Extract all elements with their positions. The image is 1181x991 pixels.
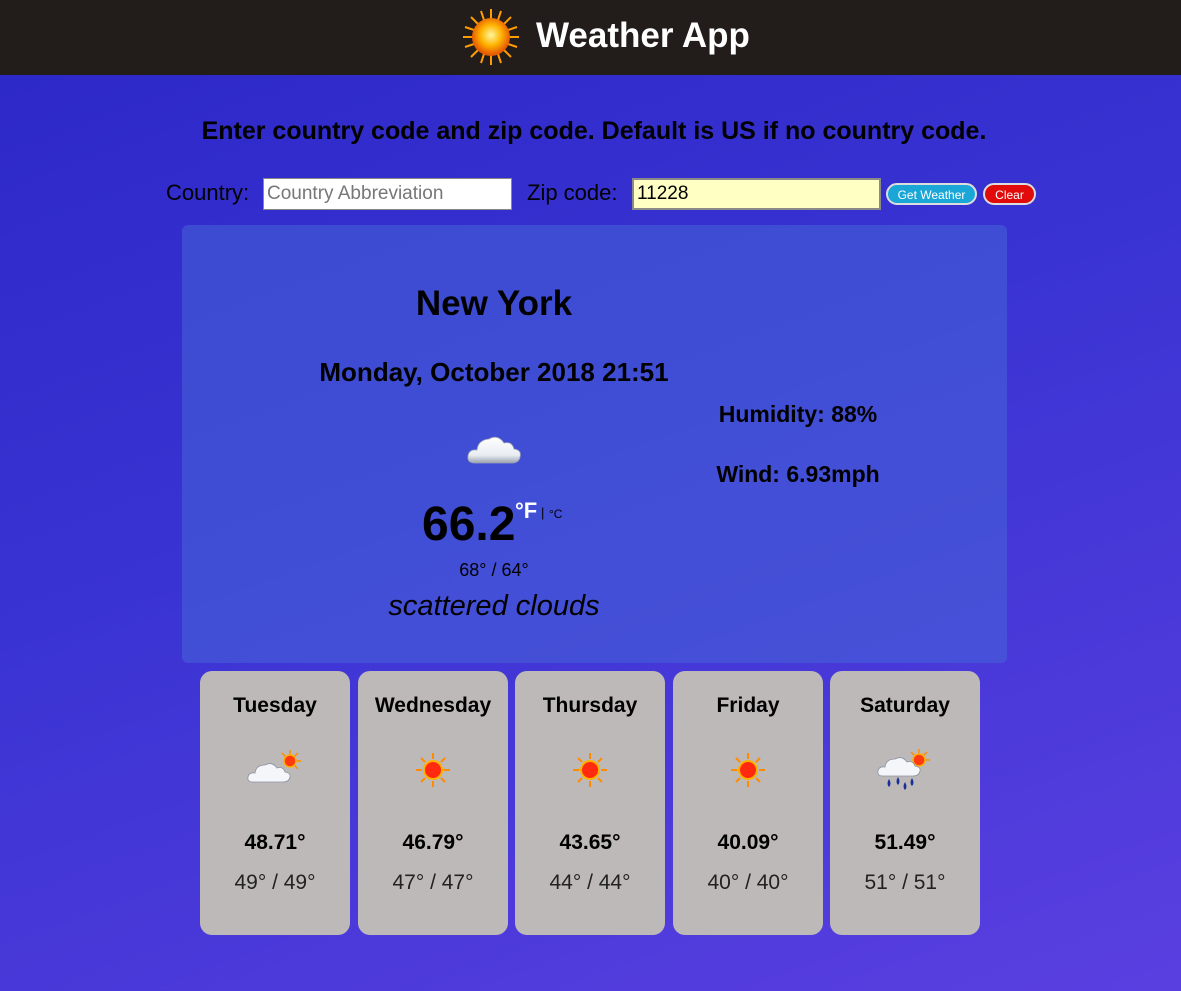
instructions-text: Enter country code and zip code. Default…	[201, 117, 987, 145]
app-title: Weather App	[536, 16, 750, 55]
zip-label: Zip code:	[527, 180, 618, 205]
forecast-day: Saturday	[860, 694, 950, 717]
forecast-temp: 46.79°	[402, 831, 464, 854]
app-header: Weather App	[0, 0, 1181, 75]
forecast-temp: 48.71°	[244, 831, 306, 854]
unit-separator: |	[541, 505, 545, 520]
forecast-temp: 43.65°	[559, 831, 621, 854]
forecast-high-low: 47° / 47°	[392, 871, 474, 894]
rain-sun-icon	[877, 749, 930, 790]
current-datetime: Monday, October 2018 21:51	[319, 357, 669, 387]
country-label: Country:	[166, 180, 250, 205]
forecast-card-thursday: Thursday 43.65° 44° / 44°	[515, 671, 665, 935]
partly-cloudy-icon	[247, 750, 301, 783]
wind-text: Wind: 6.93mph	[716, 461, 880, 487]
forecast-day: Wednesday	[374, 694, 492, 717]
fahrenheit-toggle[interactable]: °F	[515, 498, 537, 524]
current-high-low: 68° / 64°	[459, 560, 529, 580]
country-input[interactable]	[263, 178, 512, 210]
sun-icon	[416, 753, 450, 787]
forecast-temp: 40.09°	[717, 831, 779, 854]
forecast-card-wednesday: Wednesday 46.79° 47° / 47°	[358, 671, 508, 935]
get-weather-button[interactable]: Get Weather	[886, 183, 977, 205]
humidity-text: Humidity: 88%	[718, 401, 878, 427]
sun-icon	[573, 753, 607, 787]
current-temperature: 66.2	[422, 498, 516, 551]
celsius-toggle[interactable]: °C	[549, 507, 562, 521]
forecast-card-friday: Friday 40.09° 40° / 40°	[673, 671, 823, 935]
weather-description: scattered clouds	[388, 590, 600, 622]
sun-icon	[463, 9, 519, 65]
forecast-high-low: 40° / 40°	[707, 871, 789, 894]
forecast-temp: 51.49°	[874, 831, 936, 854]
zip-input[interactable]	[632, 178, 881, 210]
clear-button[interactable]: Clear	[983, 183, 1036, 205]
forecast-high-low: 51° / 51°	[864, 871, 946, 894]
forecast-high-low: 44° / 44°	[549, 871, 631, 894]
forecast-card-saturday: Saturday 51.49° 51° / 51°	[830, 671, 980, 935]
forecast-day: Tuesday	[233, 694, 317, 717]
forecast-day: Friday	[716, 694, 780, 717]
forecast-day: Thursday	[542, 694, 638, 717]
forecast-card-tuesday: Tuesday 48.71° 49° / 49°	[200, 671, 350, 935]
sun-icon	[731, 753, 765, 787]
city-name: New York	[415, 284, 573, 323]
forecast-high-low: 49° / 49°	[234, 871, 316, 894]
